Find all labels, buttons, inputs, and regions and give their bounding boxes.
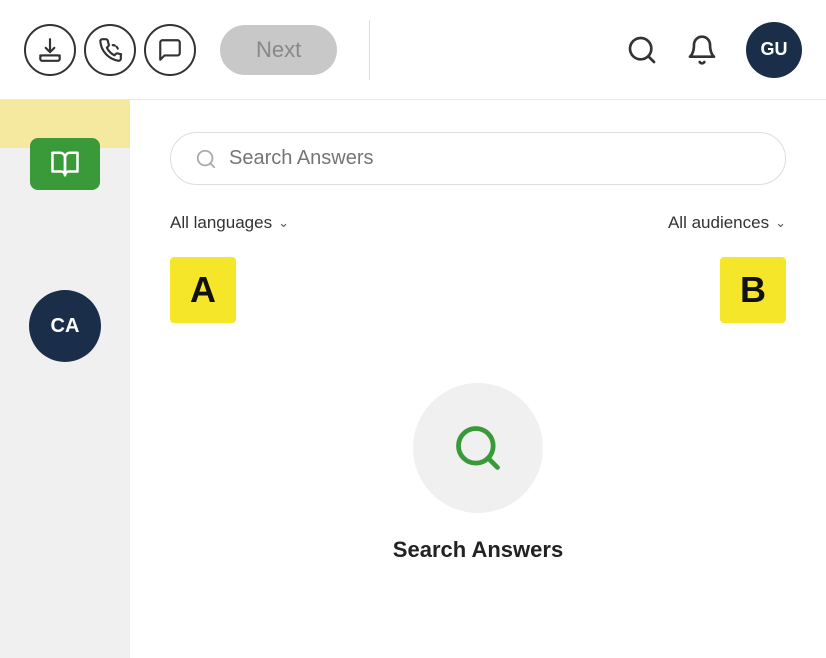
book-icon <box>50 149 80 179</box>
main-layout: CA All languages ⌄ All audiences ⌄ A <box>0 100 826 658</box>
languages-chevron-icon: ⌄ <box>278 215 289 231</box>
search-button[interactable] <box>626 34 658 66</box>
empty-state: Search Answers <box>170 383 786 563</box>
header-divider <box>369 20 370 80</box>
filters-row: All languages ⌄ All audiences ⌄ <box>170 213 786 233</box>
empty-state-title: Search Answers <box>393 537 563 563</box>
bell-icon <box>686 34 718 66</box>
next-button[interactable]: Next <box>220 25 337 75</box>
book-button[interactable] <box>30 138 100 190</box>
main-content: All languages ⌄ All audiences ⌄ A B Sear… <box>130 100 826 658</box>
sidebar: CA <box>0 100 130 658</box>
languages-label: All languages <box>170 213 272 233</box>
audiences-label: All audiences <box>668 213 769 233</box>
empty-search-circle <box>413 383 543 513</box>
search-bar[interactable] <box>170 132 786 185</box>
ca-avatar[interactable]: CA <box>29 290 101 362</box>
audiences-filter[interactable]: All audiences ⌄ <box>668 213 786 233</box>
empty-search-icon <box>452 422 504 474</box>
languages-filter[interactable]: All languages ⌄ <box>170 213 289 233</box>
header-right-actions: GU <box>626 22 802 78</box>
chat-button[interactable] <box>144 24 196 76</box>
search-bar-icon <box>195 148 217 170</box>
header-icon-group <box>24 24 196 76</box>
search-input[interactable] <box>229 147 761 170</box>
download-button[interactable] <box>24 24 76 76</box>
label-a-button[interactable]: A <box>170 257 236 323</box>
labels-row: A B <box>170 257 786 323</box>
user-avatar[interactable]: GU <box>746 22 802 78</box>
search-icon <box>626 34 658 66</box>
header: Next GU <box>0 0 826 100</box>
phone-icon <box>97 37 123 63</box>
label-b-button[interactable]: B <box>720 257 786 323</box>
notifications-button[interactable] <box>686 34 718 66</box>
phone-button[interactable] <box>84 24 136 76</box>
audiences-chevron-icon: ⌄ <box>775 215 786 231</box>
download-icon <box>37 37 63 63</box>
chat-icon <box>157 37 183 63</box>
